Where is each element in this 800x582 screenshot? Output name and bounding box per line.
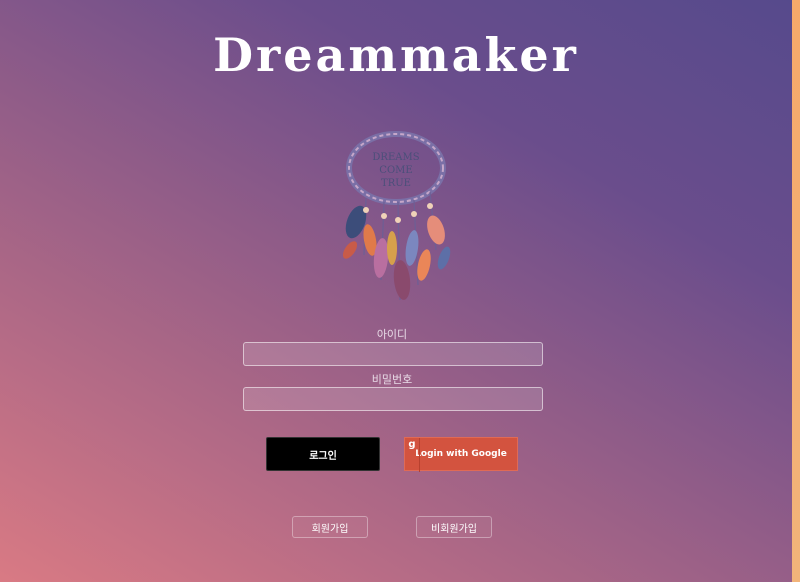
id-input[interactable] (243, 342, 543, 366)
password-input[interactable] (243, 387, 543, 411)
logo-text-line: TRUE (381, 178, 411, 189)
google-login-label: Login with Google (415, 449, 507, 459)
signup-label: 회원가입 (311, 523, 349, 535)
id-label: 아이디 (376, 328, 408, 341)
signup-button[interactable]: 회원가입 (292, 516, 368, 538)
login-button[interactable]: 로그인 (266, 437, 380, 471)
guest-signup-button[interactable]: 비회원가입 (416, 516, 492, 538)
google-login-button[interactable]: g Login with Google (404, 437, 518, 472)
login-button-label: 로그인 (309, 450, 337, 462)
app-title: Dreammaker (213, 28, 579, 82)
logo-text-line: DREAMS (372, 152, 419, 163)
dreamcatcher-logo: DREAMS COME TRUE (342, 131, 451, 301)
logo-text-line: COME (379, 165, 412, 176)
password-label: 비밀번호 (371, 373, 413, 386)
guest-signup-label: 비회원가입 (431, 523, 477, 535)
google-icon: g (405, 438, 420, 472)
window-edge-strip (792, 0, 800, 582)
